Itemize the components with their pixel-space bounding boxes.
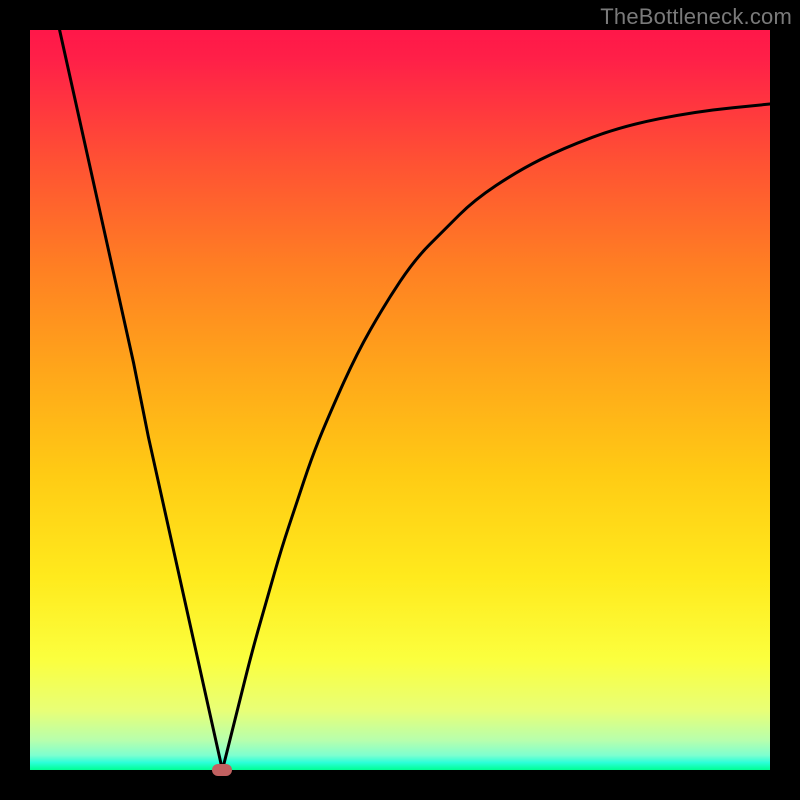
curve-path: [60, 30, 770, 770]
plot-area: [30, 30, 770, 770]
curve-svg: [30, 30, 770, 770]
chart-frame: TheBottleneck.com: [0, 0, 800, 800]
watermark-text: TheBottleneck.com: [600, 4, 792, 30]
min-marker: [212, 764, 232, 776]
